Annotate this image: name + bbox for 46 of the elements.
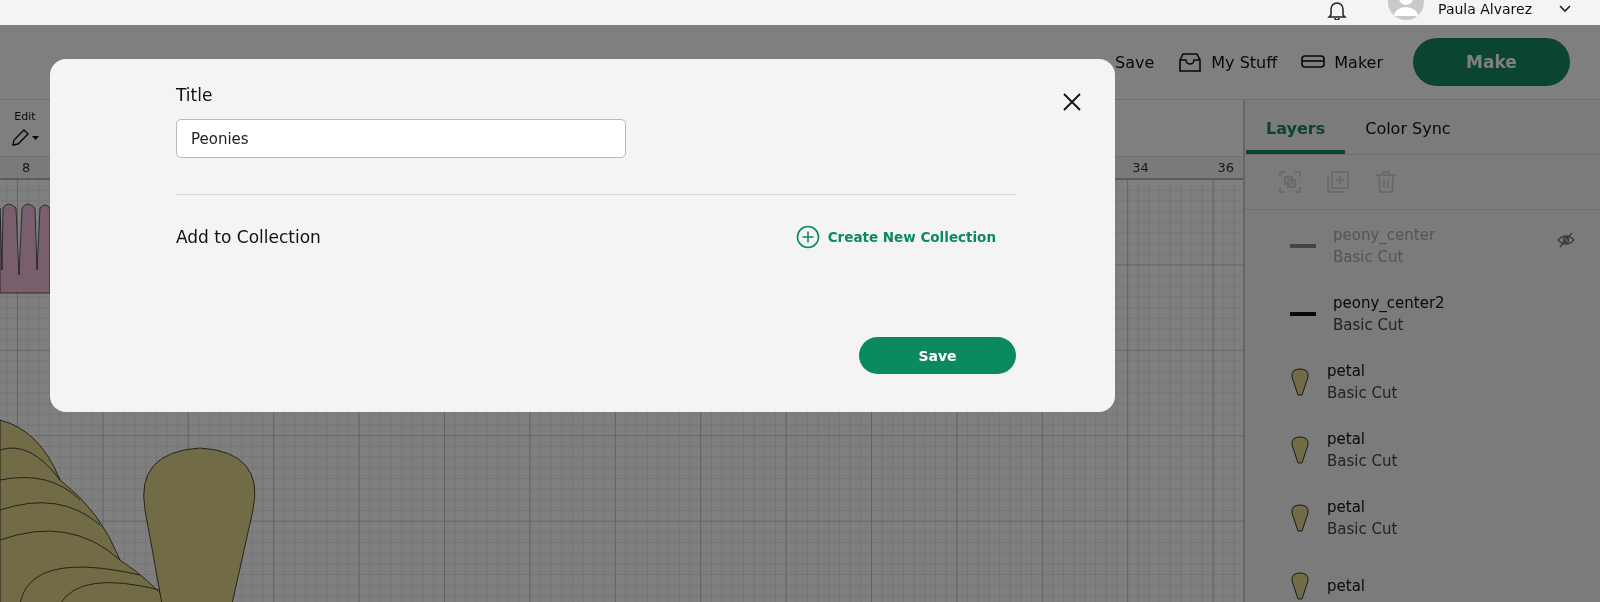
collection-label: Add to Collection	[176, 227, 321, 247]
make-button[interactable]: Make	[1413, 38, 1570, 86]
field-label: Title	[176, 85, 214, 105]
line-thumbnail-icon	[1290, 312, 1316, 316]
layer-item[interactable]: petal Basic Cut	[1245, 348, 1600, 416]
layer-item[interactable]: peony_center2 Basic Cut	[1245, 280, 1600, 348]
layer-item[interactable]: petal	[1245, 552, 1600, 602]
ruler-number: 36	[1217, 160, 1235, 175]
my-stuff-button[interactable]: My Stuff	[1178, 52, 1278, 72]
bell-icon[interactable]	[1326, 0, 1349, 20]
tray-icon	[1178, 52, 1203, 72]
create-collection-link[interactable]: Create New Collection	[795, 225, 996, 249]
layer-name: petal	[1327, 430, 1366, 448]
ruler-number: 8	[22, 160, 31, 175]
layer-name: petal	[1327, 577, 1366, 595]
edit-button[interactable]: Edit	[10, 109, 40, 147]
fringe-shape[interactable]	[0, 203, 51, 294]
ruler-number: 34	[1132, 160, 1149, 175]
layer-type: Basic Cut	[1327, 384, 1399, 402]
title-input-field[interactable]: Peonies	[176, 119, 626, 158]
save-button[interactable]: Save	[1115, 52, 1155, 72]
layer-name: petal	[1327, 498, 1366, 516]
petal-shapes-drawing[interactable]	[0, 419, 256, 602]
layer-name: petal	[1327, 362, 1366, 380]
petal-thumbnail-icon	[1290, 436, 1310, 464]
line-thumbnail-icon	[1290, 244, 1316, 248]
maker-button[interactable]: Maker	[1301, 52, 1383, 72]
plus-circle-icon	[795, 225, 820, 249]
petal-thumbnail-icon	[1290, 368, 1310, 396]
petal-thumbnail-icon	[1290, 504, 1310, 532]
eye-slash-icon	[1557, 232, 1575, 248]
layer-item[interactable]: petal Basic Cut	[1245, 416, 1600, 484]
layer-name: peony_center2	[1333, 294, 1446, 312]
layer-type: Basic Cut	[1327, 452, 1399, 470]
layer-type: Basic Cut	[1333, 316, 1405, 334]
close-icon[interactable]	[1062, 92, 1082, 112]
layer-type: Basic Cut	[1327, 520, 1399, 538]
save-button[interactable]: Save	[859, 337, 1016, 374]
avatar-icon[interactable]	[1388, 0, 1425, 20]
petal-thumbnail-icon	[1290, 572, 1310, 600]
panel-tab[interactable]: Color Sync	[1345, 100, 1471, 154]
chevron-down-icon[interactable]	[1558, 4, 1572, 14]
pencil-icon	[10, 126, 40, 147]
layer-item[interactable]: petal Basic Cut	[1245, 484, 1600, 552]
panel-tab[interactable]: Layers	[1246, 100, 1346, 154]
user-name[interactable]: Paula Alvarez	[1438, 0, 1532, 18]
